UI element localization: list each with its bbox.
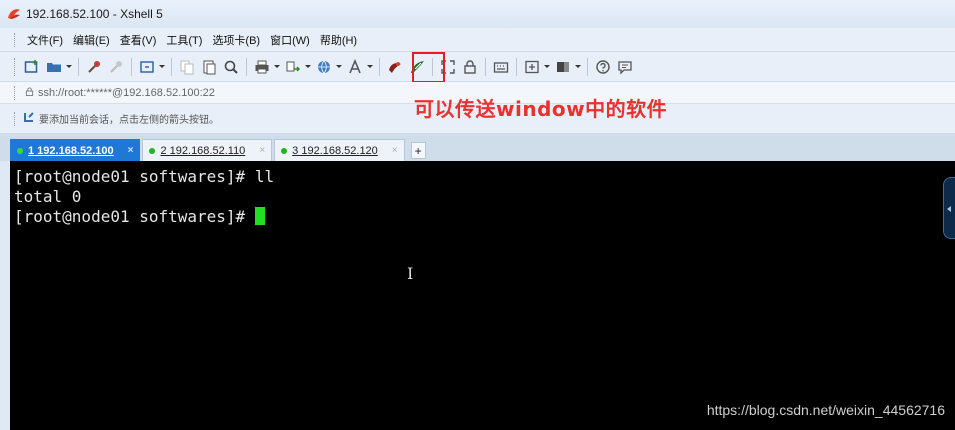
toolbar-separator bbox=[171, 57, 172, 76]
toolbar-separator bbox=[432, 57, 433, 76]
tab-close-icon[interactable]: × bbox=[128, 145, 134, 156]
globe-icon[interactable] bbox=[314, 56, 334, 78]
arrow-hint-icon[interactable] bbox=[23, 111, 35, 126]
hint-text: 要添加当前会话，点击左侧的箭头按钮。 bbox=[39, 115, 219, 126]
menu-grip bbox=[14, 32, 17, 47]
xshell-logo-icon bbox=[6, 6, 22, 22]
tab-close-icon[interactable]: × bbox=[392, 145, 398, 156]
fullscreen-icon[interactable] bbox=[438, 56, 458, 78]
terminal-cursor bbox=[254, 207, 265, 225]
keyboard-icon[interactable] bbox=[491, 56, 511, 78]
toolbar-separator bbox=[131, 57, 132, 76]
toolbar-separator bbox=[485, 57, 486, 76]
layout-icon[interactable] bbox=[553, 56, 573, 78]
address-grip bbox=[14, 85, 17, 100]
annotation-text: 可以传送window中的软件 bbox=[414, 97, 668, 121]
menu-help[interactable]: 帮助(H) bbox=[316, 30, 363, 50]
toolbar-separator bbox=[516, 57, 517, 76]
disconnect-icon[interactable] bbox=[106, 56, 126, 78]
transfer-file-icon[interactable] bbox=[407, 56, 427, 78]
reconnect-icon[interactable] bbox=[137, 56, 157, 78]
find-icon[interactable] bbox=[221, 56, 241, 78]
terminal-line: [root@node01 softwares]# ll bbox=[14, 167, 275, 186]
status-dot-icon bbox=[17, 147, 23, 154]
menu-tools[interactable]: 工具(T) bbox=[162, 30, 208, 50]
compose-dropdown-icon[interactable] bbox=[543, 56, 550, 78]
toolbar-separator bbox=[78, 57, 79, 76]
open-folder-icon[interactable] bbox=[44, 56, 64, 78]
new-session-icon[interactable] bbox=[22, 56, 42, 78]
terminal-prompt: [root@node01 softwares]# bbox=[14, 207, 255, 226]
terminal-line: total 0 bbox=[14, 187, 82, 206]
title-bar: 192.168.52.100 - Xshell 5 bbox=[0, 0, 955, 28]
toolbar bbox=[0, 52, 955, 82]
lock-icon bbox=[25, 86, 34, 99]
xshell-window: 192.168.52.100 - Xshell 5 文件(F) 编辑(E) 查看… bbox=[0, 0, 955, 430]
print-icon[interactable] bbox=[252, 56, 272, 78]
menu-bar: 文件(F) 编辑(E) 查看(V) 工具(T) 选项卡(B) 窗口(W) 帮助(… bbox=[0, 28, 955, 52]
terminal-prompt-line: [root@node01 softwares]# bbox=[14, 207, 955, 227]
globe-dropdown-icon[interactable] bbox=[335, 56, 342, 78]
toolbar-separator bbox=[587, 57, 588, 76]
tab-label: 1 192.168.52.100 bbox=[28, 144, 114, 157]
tab-session-2[interactable]: 2 192.168.52.110 × bbox=[142, 139, 273, 161]
toolbar-separator bbox=[246, 57, 247, 76]
tab-close-icon[interactable]: × bbox=[259, 145, 265, 156]
tab-session-1[interactable]: 1 192.168.52.100 × bbox=[10, 139, 141, 161]
font-dropdown-icon[interactable] bbox=[366, 56, 373, 78]
transfer-dropdown-icon[interactable] bbox=[304, 56, 311, 78]
compose-icon[interactable] bbox=[522, 56, 542, 78]
layout-dropdown-icon[interactable] bbox=[574, 56, 581, 78]
print-dropdown-icon[interactable] bbox=[273, 56, 280, 78]
terminal-pane[interactable]: [root@node01 softwares]# ll total 0 [roo… bbox=[10, 161, 955, 430]
status-dot-icon bbox=[149, 147, 156, 154]
tab-label: 2 192.168.52.110 bbox=[160, 144, 246, 157]
mouse-ibeam-icon: I bbox=[407, 264, 414, 283]
xftp-icon[interactable] bbox=[385, 56, 405, 78]
toolbar-grip bbox=[14, 57, 17, 76]
hint-grip bbox=[14, 111, 17, 126]
transfer-icon[interactable] bbox=[283, 56, 303, 78]
watermark: https://blog.csdn.net/weixin_44562716 bbox=[706, 402, 945, 418]
copy-icon[interactable] bbox=[177, 56, 197, 78]
menu-tab[interactable]: 选项卡(B) bbox=[208, 30, 266, 50]
window-title: 192.168.52.100 - Xshell 5 bbox=[26, 7, 163, 21]
side-panel-handle[interactable] bbox=[943, 177, 955, 239]
add-tab-button[interactable]: + bbox=[410, 142, 426, 159]
menu-file[interactable]: 文件(F) bbox=[23, 30, 69, 50]
menu-view[interactable]: 查看(V) bbox=[116, 30, 163, 50]
menu-window[interactable]: 窗口(W) bbox=[266, 30, 316, 50]
paste-icon[interactable] bbox=[199, 56, 219, 78]
session-address[interactable]: ssh://root:******@192.168.52.100:22 bbox=[38, 87, 215, 99]
comment-icon[interactable] bbox=[615, 56, 635, 78]
menu-edit[interactable]: 编辑(E) bbox=[69, 30, 116, 50]
lock-screen-icon[interactable] bbox=[460, 56, 480, 78]
toolbar-separator bbox=[379, 57, 380, 76]
tab-bar: 1 192.168.52.100 × 2 192.168.52.110 × 3 … bbox=[0, 134, 955, 161]
connect-icon[interactable] bbox=[84, 56, 104, 78]
status-dot-icon bbox=[281, 147, 288, 154]
tab-session-3[interactable]: 3 192.168.52.120 × bbox=[274, 139, 405, 161]
font-icon[interactable] bbox=[345, 56, 365, 78]
help-icon[interactable] bbox=[593, 56, 613, 78]
tab-label: 3 192.168.52.120 bbox=[292, 144, 378, 157]
reconnect-dropdown-icon[interactable] bbox=[158, 56, 165, 78]
open-dropdown-icon[interactable] bbox=[65, 56, 72, 78]
